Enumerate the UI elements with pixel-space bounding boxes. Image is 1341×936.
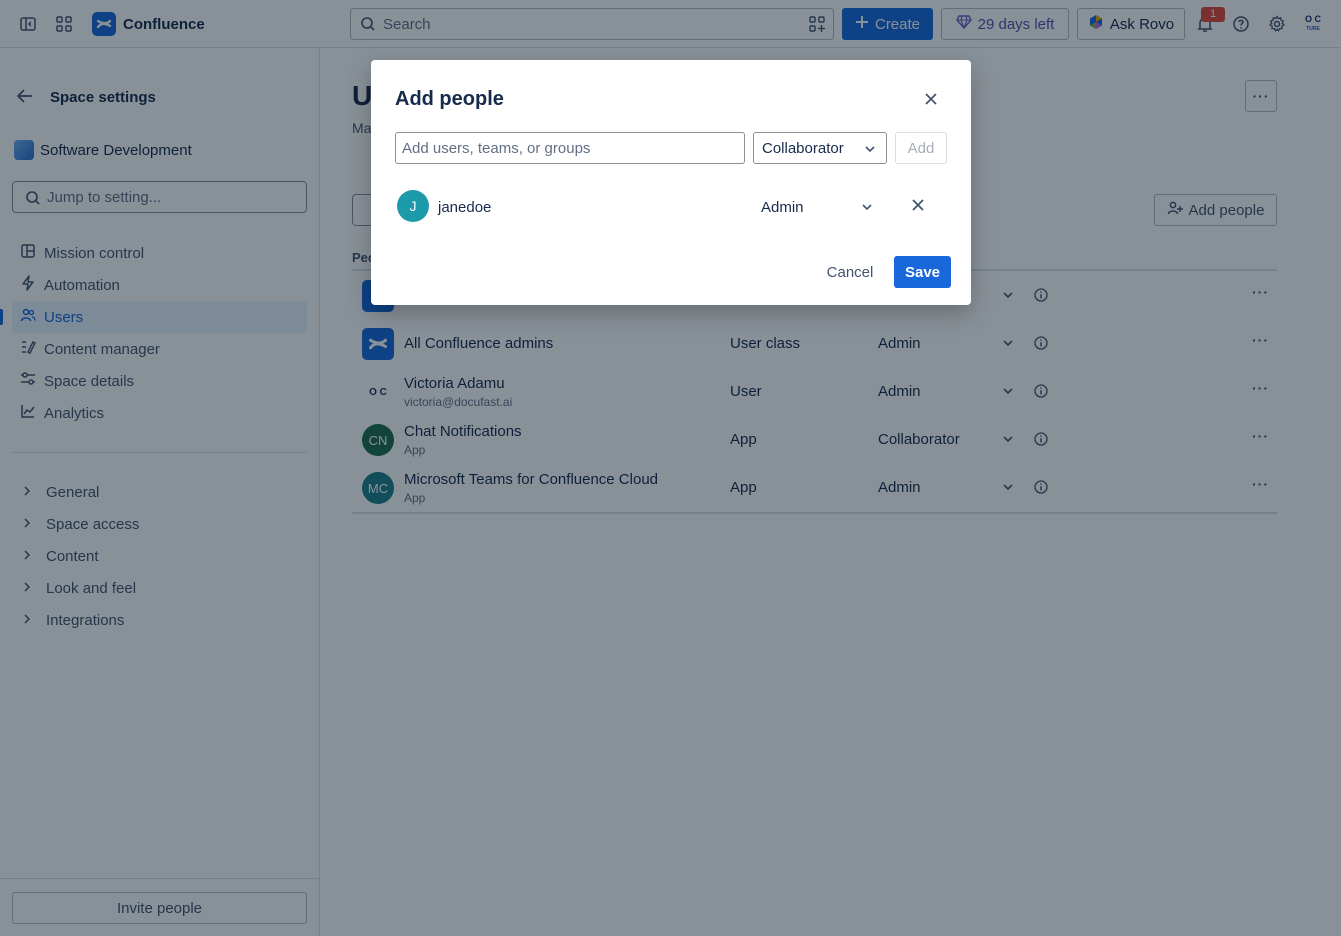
save-button[interactable]: Save (894, 256, 951, 288)
pending-user-role-select[interactable]: Admin (761, 199, 804, 216)
cancel-button[interactable]: Cancel (817, 256, 883, 288)
close-dialog-button[interactable] (919, 88, 943, 112)
add-users-input[interactable] (395, 132, 745, 164)
dialog-title: Add people (395, 88, 504, 110)
pending-user-name: janedoe (438, 199, 492, 216)
add-people-dialog: Add people Collaborator Add J janedoe Ad… (371, 60, 971, 305)
pending-user-avatar: J (397, 190, 429, 222)
chevron-down-icon (864, 142, 876, 159)
add-button[interactable]: Add (895, 132, 947, 164)
remove-user-icon[interactable] (911, 198, 925, 215)
chevron-down-icon[interactable] (861, 200, 873, 216)
close-icon (924, 92, 938, 109)
role-select[interactable]: Collaborator (753, 132, 887, 164)
